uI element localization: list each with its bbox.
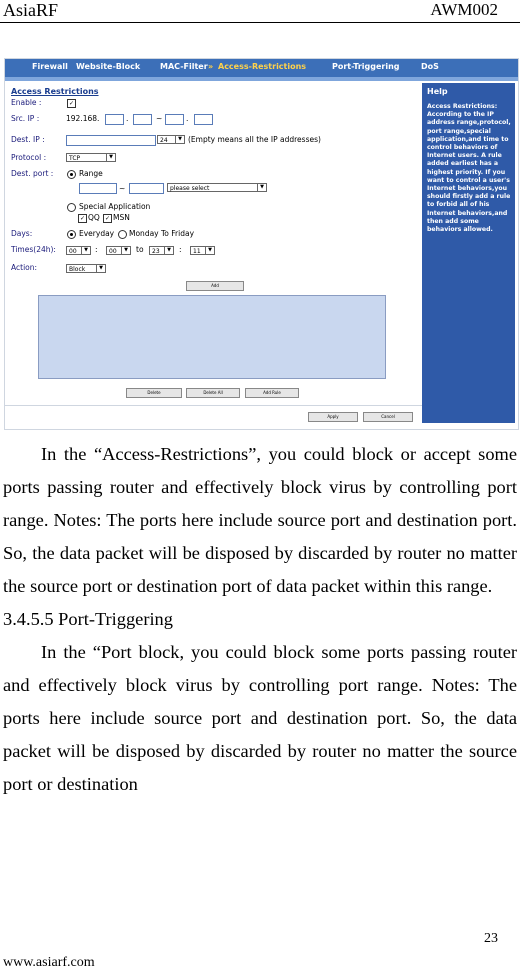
paragraph-access-restrictions: In the “Access-Restrictions”, you could … xyxy=(3,444,517,596)
chevron-down-icon: ▼ xyxy=(81,247,90,254)
end-hour-value: 23 xyxy=(152,248,160,255)
msn-label: MSN xyxy=(113,213,130,222)
src-ip-dot: . xyxy=(126,114,129,123)
add-button[interactable]: Add xyxy=(186,281,244,291)
port-start-input[interactable] xyxy=(79,183,117,194)
header-model: AWM002 xyxy=(430,0,498,19)
apply-button[interactable]: Apply xyxy=(308,412,358,422)
nav-underline xyxy=(5,77,518,81)
time-colon-2: : xyxy=(179,245,182,254)
everyday-label: Everyday xyxy=(79,229,115,238)
mon-fri-label: Monday To Friday xyxy=(129,229,195,238)
src-ip-end-input[interactable] xyxy=(165,114,184,125)
protocol-value: TCP xyxy=(69,155,81,162)
chevron-down-icon: ▼ xyxy=(205,247,214,254)
chevron-down-icon: ▼ xyxy=(175,136,184,143)
cancel-button[interactable]: Cancel xyxy=(363,412,413,422)
page-number: 23 xyxy=(484,931,498,946)
footer-website: www.asiarf.com xyxy=(3,955,95,970)
end-minute-value: 11 xyxy=(193,248,201,255)
action-select[interactable]: Block ▼ xyxy=(66,264,106,273)
header-company: AsiaRF xyxy=(3,0,59,20)
start-hour-select[interactable]: 00 ▼ xyxy=(66,246,91,255)
src-ip-label: Src. IP : xyxy=(11,114,40,123)
src-ip-start-input-2[interactable] xyxy=(133,114,152,125)
delete-button[interactable]: Delete xyxy=(126,388,182,398)
qq-checkbox[interactable]: ✓ xyxy=(78,214,87,223)
msn-checkbox[interactable]: ✓ xyxy=(103,214,112,223)
dest-ip-mask-value: 24 xyxy=(160,137,168,144)
dest-ip-label: Dest. IP : xyxy=(11,135,45,144)
bottom-bar xyxy=(5,405,422,428)
src-ip-tilde: ~ xyxy=(156,114,163,123)
protocol-label: Protocol : xyxy=(11,153,47,162)
chevron-down-icon: ▼ xyxy=(106,154,115,161)
time-colon: : xyxy=(95,245,98,254)
everyday-radio[interactable] xyxy=(67,230,76,239)
range-radio[interactable] xyxy=(67,170,76,179)
start-minute-value: 00 xyxy=(109,248,117,255)
section-heading: 3.4.5.5 Port-Triggering xyxy=(3,609,173,629)
port-tilde: ~ xyxy=(119,184,126,193)
tab-mac-filter[interactable]: MAC-Filter xyxy=(160,62,208,71)
help-text: Access Restrictions: According to the IP… xyxy=(427,103,511,234)
paragraph-port-triggering: In the “Port block, you could block some… xyxy=(3,642,517,794)
start-hour-value: 00 xyxy=(69,248,77,255)
special-app-radio[interactable] xyxy=(67,203,76,212)
days-label: Days: xyxy=(11,229,33,238)
nav-arrow-icon: » xyxy=(208,62,214,71)
section-title: Access Restrictions xyxy=(11,87,99,96)
src-ip-prefix: 192.168. xyxy=(66,114,100,123)
add-rule-button[interactable]: Add Rule xyxy=(245,388,299,398)
special-app-label: Special Application xyxy=(79,202,151,211)
nav-bar: Firewall Website-Block MAC-Filter » Acce… xyxy=(5,59,518,77)
tab-access-restrictions[interactable]: Access-Restrictions xyxy=(218,62,306,71)
help-panel: Help Access Restrictions: According to t… xyxy=(422,83,515,423)
page-header: AsiaRF AWM002 xyxy=(0,0,520,23)
start-minute-select[interactable]: 00 ▼ xyxy=(106,246,131,255)
chevron-down-icon: ▼ xyxy=(96,265,105,272)
tab-website-block[interactable]: Website-Block xyxy=(76,62,140,71)
rules-list[interactable] xyxy=(38,295,386,379)
help-title: Help xyxy=(427,87,448,96)
action-value: Block xyxy=(69,266,86,273)
tab-firewall[interactable]: Firewall xyxy=(32,62,68,71)
mon-fri-radio[interactable] xyxy=(118,230,127,239)
protocol-select[interactable]: TCP ▼ xyxy=(66,153,116,162)
range-label: Range xyxy=(79,169,103,178)
port-preset-select[interactable]: please select ▼ xyxy=(167,183,267,192)
tab-port-triggering[interactable]: Port-Triggering xyxy=(332,62,400,71)
end-minute-select[interactable]: 11 ▼ xyxy=(190,246,215,255)
body-text: In the “Access-Restrictions”, you could … xyxy=(3,438,517,801)
chevron-down-icon: ▼ xyxy=(164,247,173,254)
dest-port-label: Dest. port : xyxy=(11,169,54,178)
tab-dos[interactable]: DoS xyxy=(421,62,439,71)
qq-label: QQ xyxy=(88,213,100,222)
chevron-down-icon: ▼ xyxy=(257,184,266,191)
times-label: Times(24h): xyxy=(11,245,56,254)
src-ip-end-input-2[interactable] xyxy=(194,114,213,125)
port-end-input[interactable] xyxy=(129,183,164,194)
enable-checkbox[interactable]: ✓ xyxy=(67,99,76,108)
src-ip-start-input[interactable] xyxy=(105,114,124,125)
time-to-label: to xyxy=(136,245,144,254)
port-preset-value: please select xyxy=(170,185,210,192)
router-config-screenshot: Firewall Website-Block MAC-Filter » Acce… xyxy=(4,58,519,430)
dest-ip-input[interactable] xyxy=(66,135,156,146)
end-hour-select[interactable]: 23 ▼ xyxy=(149,246,174,255)
action-label: Action: xyxy=(11,263,38,272)
src-ip-dot-2: . xyxy=(186,114,189,123)
dest-ip-mask-select[interactable]: 24 ▼ xyxy=(157,135,185,144)
chevron-down-icon: ▼ xyxy=(121,247,130,254)
enable-label: Enable : xyxy=(11,98,42,107)
dest-ip-note: (Empty means all the IP addresses) xyxy=(188,135,321,144)
delete-all-button[interactable]: Delete All xyxy=(186,388,240,398)
